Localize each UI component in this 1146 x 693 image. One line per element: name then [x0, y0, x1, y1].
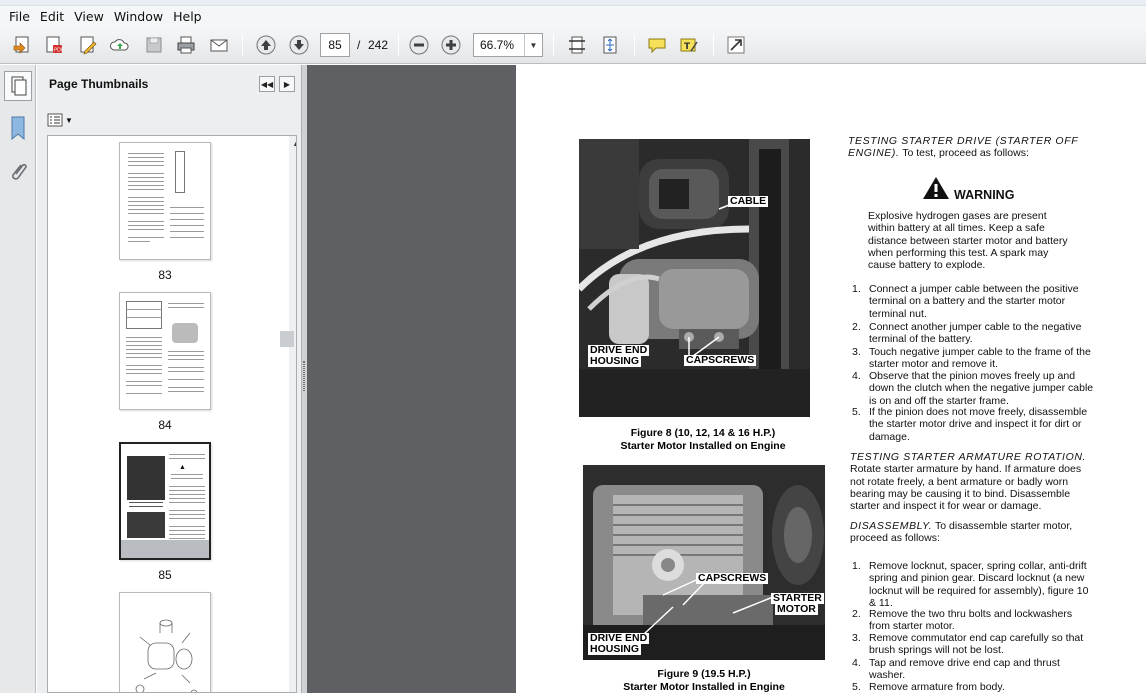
menu-bar: File Edit View Window Help [0, 6, 1146, 26]
options-menu-icon[interactable]: ▼ [47, 111, 75, 129]
fit-page-icon[interactable] [565, 33, 589, 57]
menu-edit[interactable]: Edit [35, 9, 69, 24]
figure9-label-motor: MOTOR [775, 603, 818, 615]
panel-header: Page Thumbnails ◀◀ ▶ [37, 65, 301, 103]
thumbnail-page-selected[interactable]: ▲ [119, 442, 211, 560]
thumbnails-panel: Page Thumbnails ◀◀ ▶ ▼ ▲ 83 [37, 65, 301, 693]
attachment-icon[interactable] [8, 160, 28, 187]
save-icon[interactable] [142, 33, 166, 57]
open-icon[interactable] [10, 33, 34, 57]
page-thumbnails-icon[interactable] [4, 71, 32, 101]
scrollbar[interactable] [289, 136, 296, 692]
toolbar-separator [634, 34, 635, 56]
menu-view[interactable]: View [69, 9, 109, 24]
thumbnail-list: ▲ 83 [47, 135, 297, 693]
previous-page-icon[interactable] [254, 33, 278, 57]
thumbnail-page[interactable] [119, 292, 211, 410]
menu-file[interactable]: File [4, 9, 35, 24]
comment-icon[interactable] [645, 33, 669, 57]
scrollbar-thumb[interactable] [280, 331, 294, 347]
figure9-caption: Figure 9 (19.5 H.P.) Starter Motor Insta… [623, 668, 785, 693]
pdf-page: CABLE DRIVE END HOUSING CAPSCREWS Figure… [516, 65, 1146, 693]
expand-panel-icon[interactable]: ▶ [279, 76, 295, 92]
thumbnail-page[interactable] [119, 592, 211, 692]
next-page-icon[interactable] [287, 33, 311, 57]
toolbar-separator [242, 34, 243, 56]
svg-text:PDF: PDF [54, 48, 64, 54]
highlight-icon[interactable]: T [677, 33, 701, 57]
thumbnail-label: 85 [158, 568, 172, 582]
warning-text: Explosive hydrogen gases are present wit… [868, 210, 1068, 272]
warning-title: WARNING [954, 188, 1015, 202]
warning-icon [922, 176, 950, 203]
print-icon[interactable] [174, 33, 198, 57]
menu-window[interactable]: Window [109, 9, 168, 24]
email-icon[interactable] [207, 33, 231, 57]
thumbnail-label: 83 [158, 268, 172, 282]
page-number-input[interactable]: 85 [320, 33, 350, 57]
navigation-pane [0, 65, 36, 693]
zoom-select[interactable]: 66.7% ▼ [473, 33, 543, 57]
figure8-label-housing: HOUSING [588, 355, 642, 367]
expand-icon[interactable] [724, 33, 748, 57]
figure8-photo [579, 139, 810, 417]
edit-icon[interactable] [76, 33, 100, 57]
bookmark-icon[interactable] [9, 115, 27, 144]
thumbnail-page[interactable] [119, 142, 211, 260]
panel-title: Page Thumbnails [49, 77, 149, 91]
scroll-up-icon[interactable]: ▲ [292, 138, 296, 148]
toolbar-separator [398, 34, 399, 56]
armature-section: TESTING STARTER ARMATURE ROTATION. Rotat… [850, 451, 1087, 513]
figure9-photo [583, 465, 825, 660]
zoom-out-icon[interactable] [407, 33, 431, 57]
document-view[interactable]: CABLE DRIVE END HOUSING CAPSCREWS Figure… [307, 65, 1146, 693]
zoom-in-icon[interactable] [439, 33, 463, 57]
figure9-label-housing: HOUSING [588, 643, 642, 655]
thumbnail-label: 84 [158, 418, 172, 432]
collapse-panel-icon[interactable]: ◀◀ [259, 76, 275, 92]
page-separator: / [357, 38, 361, 52]
menu-help[interactable]: Help [168, 9, 207, 24]
toolbar-separator [713, 34, 714, 56]
figure9-label-capscrews: CAPSCREWS [696, 572, 769, 584]
fit-width-icon[interactable] [598, 33, 622, 57]
testing-drive-heading: TESTING STARTER DRIVE (STARTER OFF ENGIN… [848, 135, 1079, 160]
toolbar: PDF 85 / 242 66.7% ▼ T [0, 26, 1146, 64]
figure8-label-cable: CABLE [728, 195, 769, 207]
zoom-value: 66.7% [480, 38, 515, 52]
page-total: 242 [368, 38, 389, 52]
create-pdf-icon[interactable]: PDF [42, 33, 66, 57]
svg-text:T: T [684, 42, 691, 52]
figure8-label-capscrews: CAPSCREWS [684, 354, 757, 366]
cloud-upload-icon[interactable] [108, 33, 132, 57]
chevron-down-icon[interactable]: ▼ [524, 34, 542, 56]
figure8-caption: Figure 8 (10, 12, 14 & 16 H.P.) Starter … [620, 427, 786, 452]
disassembly-section: DISASSEMBLY. To disassemble starter moto… [850, 520, 1073, 545]
toolbar-separator [553, 34, 554, 56]
